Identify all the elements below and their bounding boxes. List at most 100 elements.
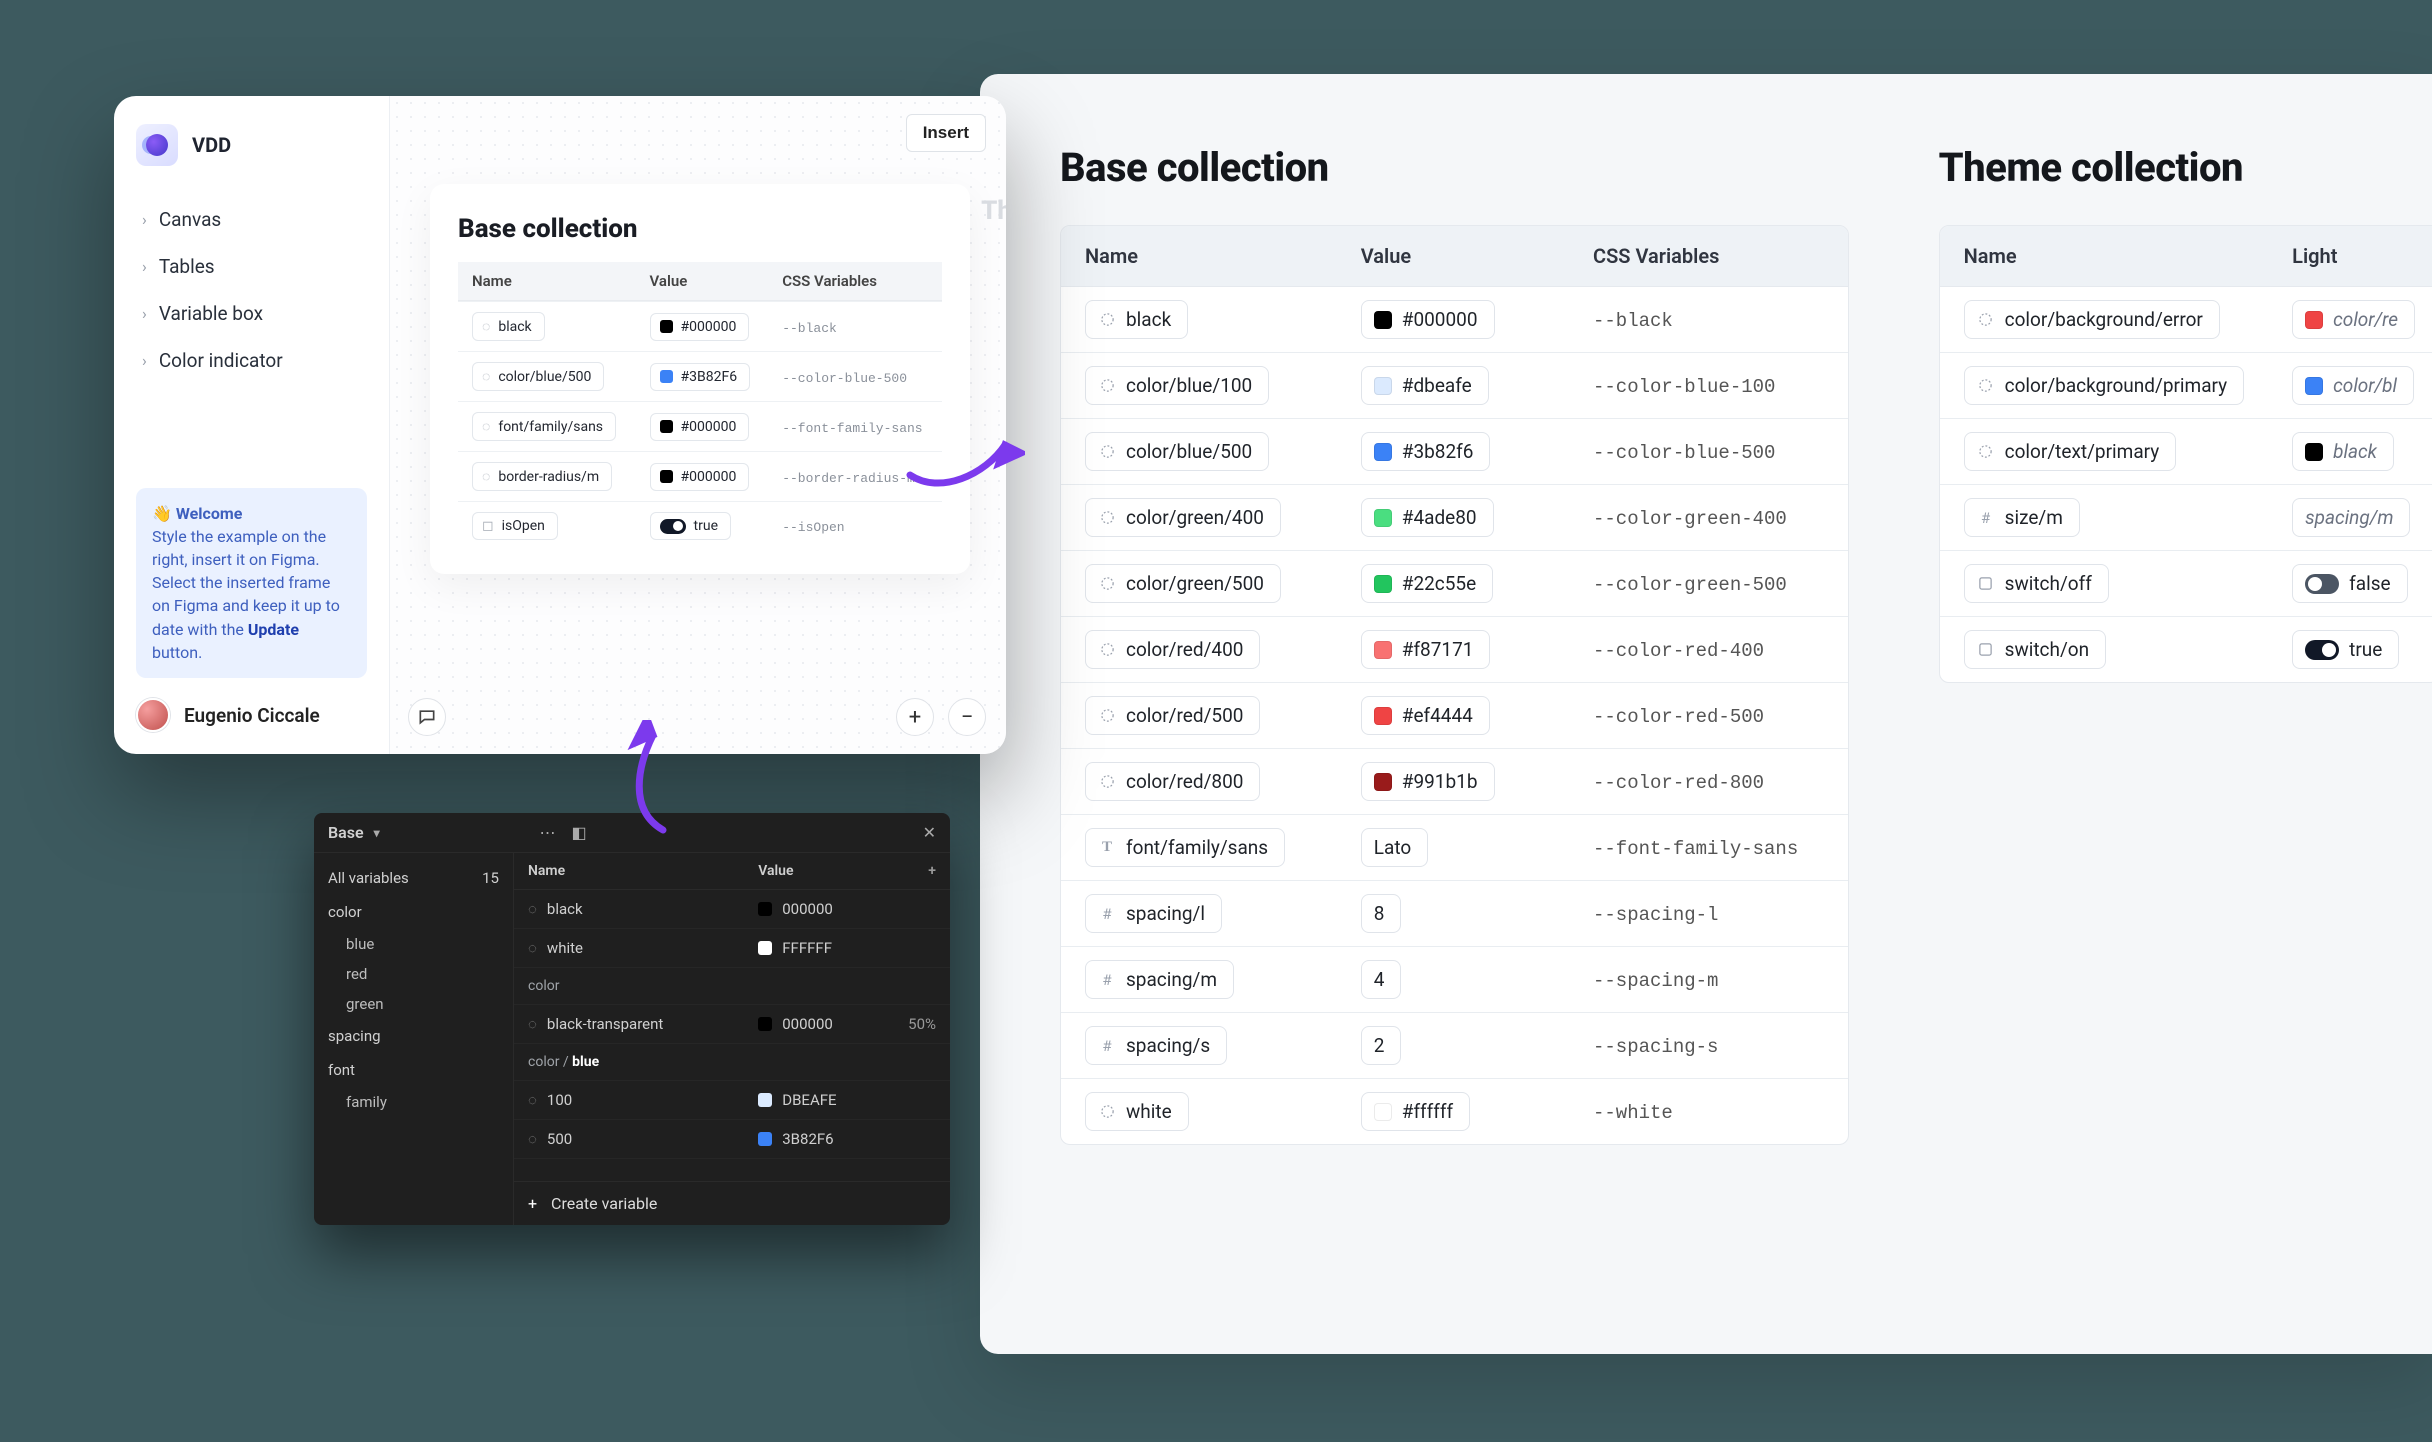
variable-name-chip[interactable]: color/green/500 <box>1085 564 1281 603</box>
value-chip[interactable]: 2 <box>1361 1026 1402 1065</box>
name-chip[interactable]: ◌font/family/sans <box>472 412 616 441</box>
plugin-canvas[interactable]: Insert Base collection Name Value CSS Va… <box>390 96 1006 754</box>
variable-name-chip[interactable]: switch/on <box>1964 630 2107 669</box>
name-chip[interactable]: ◌black <box>472 312 545 341</box>
variable-name-chip[interactable]: Tfont/family/sans <box>1085 828 1285 867</box>
table-row[interactable]: ◌black-transparent00000050% <box>514 1005 950 1044</box>
variable-name-chip[interactable]: color/green/400 <box>1085 498 1281 537</box>
value-chip[interactable]: Lato <box>1361 828 1428 867</box>
value-chip[interactable]: #3b82f6 <box>1361 432 1491 471</box>
group-row[interactable]: color <box>328 895 499 929</box>
value-text: 4 <box>1374 968 1385 991</box>
value-chip[interactable]: #ef4444 <box>1361 696 1490 735</box>
value-chip[interactable]: #000000 <box>650 313 750 341</box>
variable-name-chip[interactable]: #size/m <box>1964 498 2080 537</box>
variable-name-chip[interactable]: #spacing/m <box>1085 960 1234 999</box>
col-name: Name <box>1061 226 1337 287</box>
table-row[interactable]: ◌100DBEAFE <box>514 1081 950 1120</box>
welcome-heading: 👋 Welcome <box>152 502 351 525</box>
value-chip[interactable]: 4 <box>1361 960 1402 999</box>
value-chip[interactable]: color/bl <box>2292 366 2414 405</box>
nav-label: Tables <box>159 255 215 278</box>
zoom-in-button[interactable]: + <box>896 698 934 736</box>
nav-label: Canvas <box>159 208 221 231</box>
variable-name-chip[interactable]: color/red/400 <box>1085 630 1260 669</box>
plugin-window: VDD ›Canvas›Tables›Variable box›Color in… <box>114 96 1006 754</box>
nav-item[interactable]: ›Canvas <box>136 196 367 243</box>
variable-name-chip[interactable]: color/red/800 <box>1085 762 1260 801</box>
variable-name-chip[interactable]: black <box>1085 300 1188 339</box>
type-icon: ◌ <box>528 939 537 957</box>
opacity-text <box>894 890 950 929</box>
value-chip[interactable]: false <box>2292 564 2407 603</box>
welcome-bold: Update <box>248 620 299 639</box>
table-row[interactable]: ◌5003B82F6 <box>514 1120 950 1159</box>
toggle-icon <box>2305 574 2339 594</box>
value-chip[interactable]: black <box>2292 432 2394 471</box>
value-chip[interactable]: spacing/m <box>2292 498 2410 537</box>
add-column-button[interactable]: + <box>894 853 950 890</box>
subgroup-row[interactable]: green <box>328 989 499 1019</box>
variable-name-chip[interactable]: color/blue/500 <box>1085 432 1269 471</box>
table-row[interactable]: ◌black000000 <box>514 890 950 929</box>
collection-dropdown[interactable]: Base <box>328 823 364 842</box>
group-row[interactable]: spacing <box>328 1019 499 1053</box>
value-chip[interactable]: #dbeafe <box>1361 366 1489 405</box>
value-chip[interactable]: color/re <box>2292 300 2415 339</box>
user-row[interactable]: Eugenio Ciccale <box>136 698 367 732</box>
close-icon[interactable]: ✕ <box>923 823 936 842</box>
subgroup-row[interactable]: red <box>328 959 499 989</box>
variable-name-chip[interactable]: switch/off <box>1964 564 2109 603</box>
value-chip[interactable]: #f87171 <box>1361 630 1491 669</box>
all-variables-row[interactable]: All variables 15 <box>328 861 499 895</box>
name-chip[interactable]: ◻isOpen <box>472 512 558 540</box>
feedback-button[interactable] <box>408 698 446 736</box>
value-chip[interactable]: #3B82F6 <box>650 363 751 391</box>
value-chip[interactable]: #000000 <box>1361 300 1495 339</box>
sidebar-toggle-icon[interactable]: ◧ <box>571 823 586 842</box>
value-chip[interactable]: #22c55e <box>1361 564 1493 603</box>
value-chip[interactable]: true <box>2292 630 2399 669</box>
zoom-out-button[interactable]: − <box>948 698 986 736</box>
variable-name: black-transparent <box>547 1015 663 1033</box>
value-chip[interactable]: #991b1b <box>1361 762 1495 801</box>
variable-name-chip[interactable]: #spacing/l <box>1085 894 1222 933</box>
nav-item[interactable]: ›Variable box <box>136 290 367 337</box>
value-text: color/re <box>2333 308 2398 331</box>
name-chip[interactable]: ◌border-radius/m <box>472 462 612 491</box>
type-icon: T <box>1098 839 1116 857</box>
create-variable-button[interactable]: + Create variable <box>514 1181 950 1225</box>
variable-name-chip[interactable]: color/text/primary <box>1964 432 2177 471</box>
variable-name-chip[interactable]: color/blue/100 <box>1085 366 1269 405</box>
variable-name-chip[interactable]: color/background/error <box>1964 300 2220 339</box>
variable-name-chip[interactable]: color/background/primary <box>1964 366 2245 405</box>
color-swatch <box>1374 641 1392 659</box>
value-chip[interactable]: #4ade80 <box>1361 498 1494 537</box>
preview-card[interactable]: Base collection Name Value CSS Variables… <box>430 184 970 574</box>
subgroup-row[interactable]: family <box>328 1087 499 1117</box>
value-text: #000000 <box>681 469 737 485</box>
value-text: DBEAFE <box>782 1091 836 1109</box>
variable-name-chip[interactable]: color/red/500 <box>1085 696 1260 735</box>
more-icon[interactable]: ⋯ <box>539 823 555 842</box>
table-row[interactable]: ◌whiteFFFFFF <box>514 929 950 968</box>
value-chip[interactable]: #000000 <box>650 413 750 441</box>
value-text: #ef4444 <box>1402 704 1473 727</box>
user-name: Eugenio Ciccale <box>184 704 320 727</box>
value-chip[interactable]: #ffffff <box>1361 1092 1470 1131</box>
value-chip[interactable]: #000000 <box>650 463 750 491</box>
value-chip[interactable]: 8 <box>1361 894 1402 933</box>
nav-item[interactable]: ›Tables <box>136 243 367 290</box>
insert-button[interactable]: Insert <box>906 114 986 152</box>
value-text: #3b82f6 <box>1402 440 1474 463</box>
variable-name-chip[interactable]: #spacing/s <box>1085 1026 1227 1065</box>
variable-name-chip[interactable]: white <box>1085 1092 1189 1131</box>
group-row[interactable]: font <box>328 1053 499 1087</box>
variable-name: spacing/l <box>1126 902 1205 925</box>
subgroup-row[interactable]: blue <box>328 929 499 959</box>
nav-item[interactable]: ›Color indicator <box>136 337 367 384</box>
value-text: true <box>2349 638 2382 661</box>
color-swatch <box>660 470 673 483</box>
value-chip[interactable]: true <box>650 512 731 540</box>
name-chip[interactable]: ◌color/blue/500 <box>472 362 604 391</box>
